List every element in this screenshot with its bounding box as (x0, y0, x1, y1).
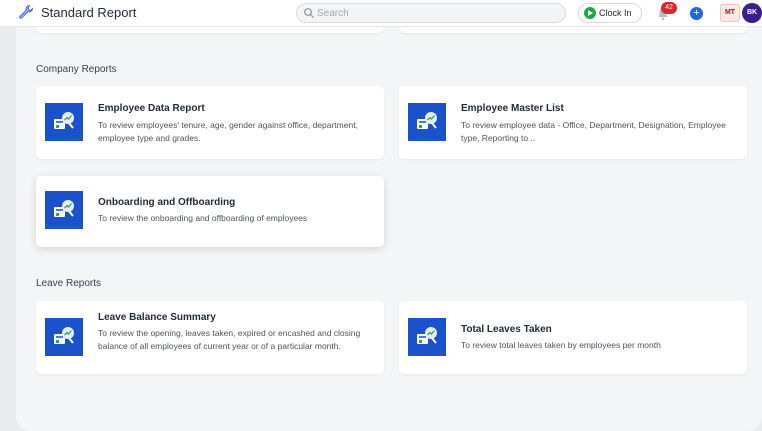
report-card-employee-master-list[interactable]: Employee Master List To review employee … (399, 86, 747, 159)
card-title: Onboarding and Offboarding (98, 197, 236, 208)
wrench-icon (19, 5, 33, 19)
report-chart-icon (45, 103, 83, 141)
avatar[interactable]: BK (742, 3, 762, 23)
report-card-employee-data[interactable]: Employee Data Report To review employees… (36, 86, 384, 159)
report-card-total-leaves-taken[interactable]: Total Leaves Taken To review total leave… (399, 301, 747, 374)
avatar[interactable]: MT (720, 4, 740, 22)
previous-card-stub (36, 27, 384, 33)
top-bar: Standard Report Clock In 42 + MT BK (0, 0, 762, 27)
clock-in-label: Clock In (599, 8, 632, 18)
report-chart-icon (45, 318, 83, 356)
card-description: To review the onboarding and offboarding… (98, 213, 308, 223)
card-description: To review the opening, leaves taken, exp… (98, 328, 361, 351)
section-title-leave-reports: Leave Reports (36, 278, 102, 289)
card-title: Total Leaves Taken (461, 324, 552, 335)
card-description: To review employees' tenure, age, gender… (98, 120, 358, 143)
card-title: Employee Master List (461, 103, 564, 114)
report-card-onboarding-offboarding[interactable]: Onboarding and Offboarding To review the… (36, 176, 384, 247)
card-title: Leave Balance Summary (98, 312, 216, 323)
report-card-leave-balance-summary[interactable]: Leave Balance Summary To review the open… (36, 301, 384, 374)
search-icon (304, 8, 314, 18)
clock-in-button[interactable]: Clock In (578, 3, 642, 23)
report-chart-icon (408, 318, 446, 356)
report-chart-icon (45, 191, 83, 229)
section-title-company-reports: Company Reports (36, 64, 117, 75)
notification-badge: 42 (661, 2, 677, 14)
search-input[interactable] (317, 5, 557, 21)
card-description: To review employee data - Office, Depart… (461, 120, 726, 143)
previous-card-stub (399, 27, 747, 33)
card-description: To review total leaves taken by employee… (461, 340, 661, 350)
page-title: Standard Report (41, 5, 137, 20)
search-box[interactable] (296, 3, 566, 23)
report-chart-icon (408, 103, 446, 141)
add-button[interactable]: + (690, 7, 703, 20)
play-circle-icon (584, 7, 596, 19)
card-title: Employee Data Report (98, 103, 205, 114)
